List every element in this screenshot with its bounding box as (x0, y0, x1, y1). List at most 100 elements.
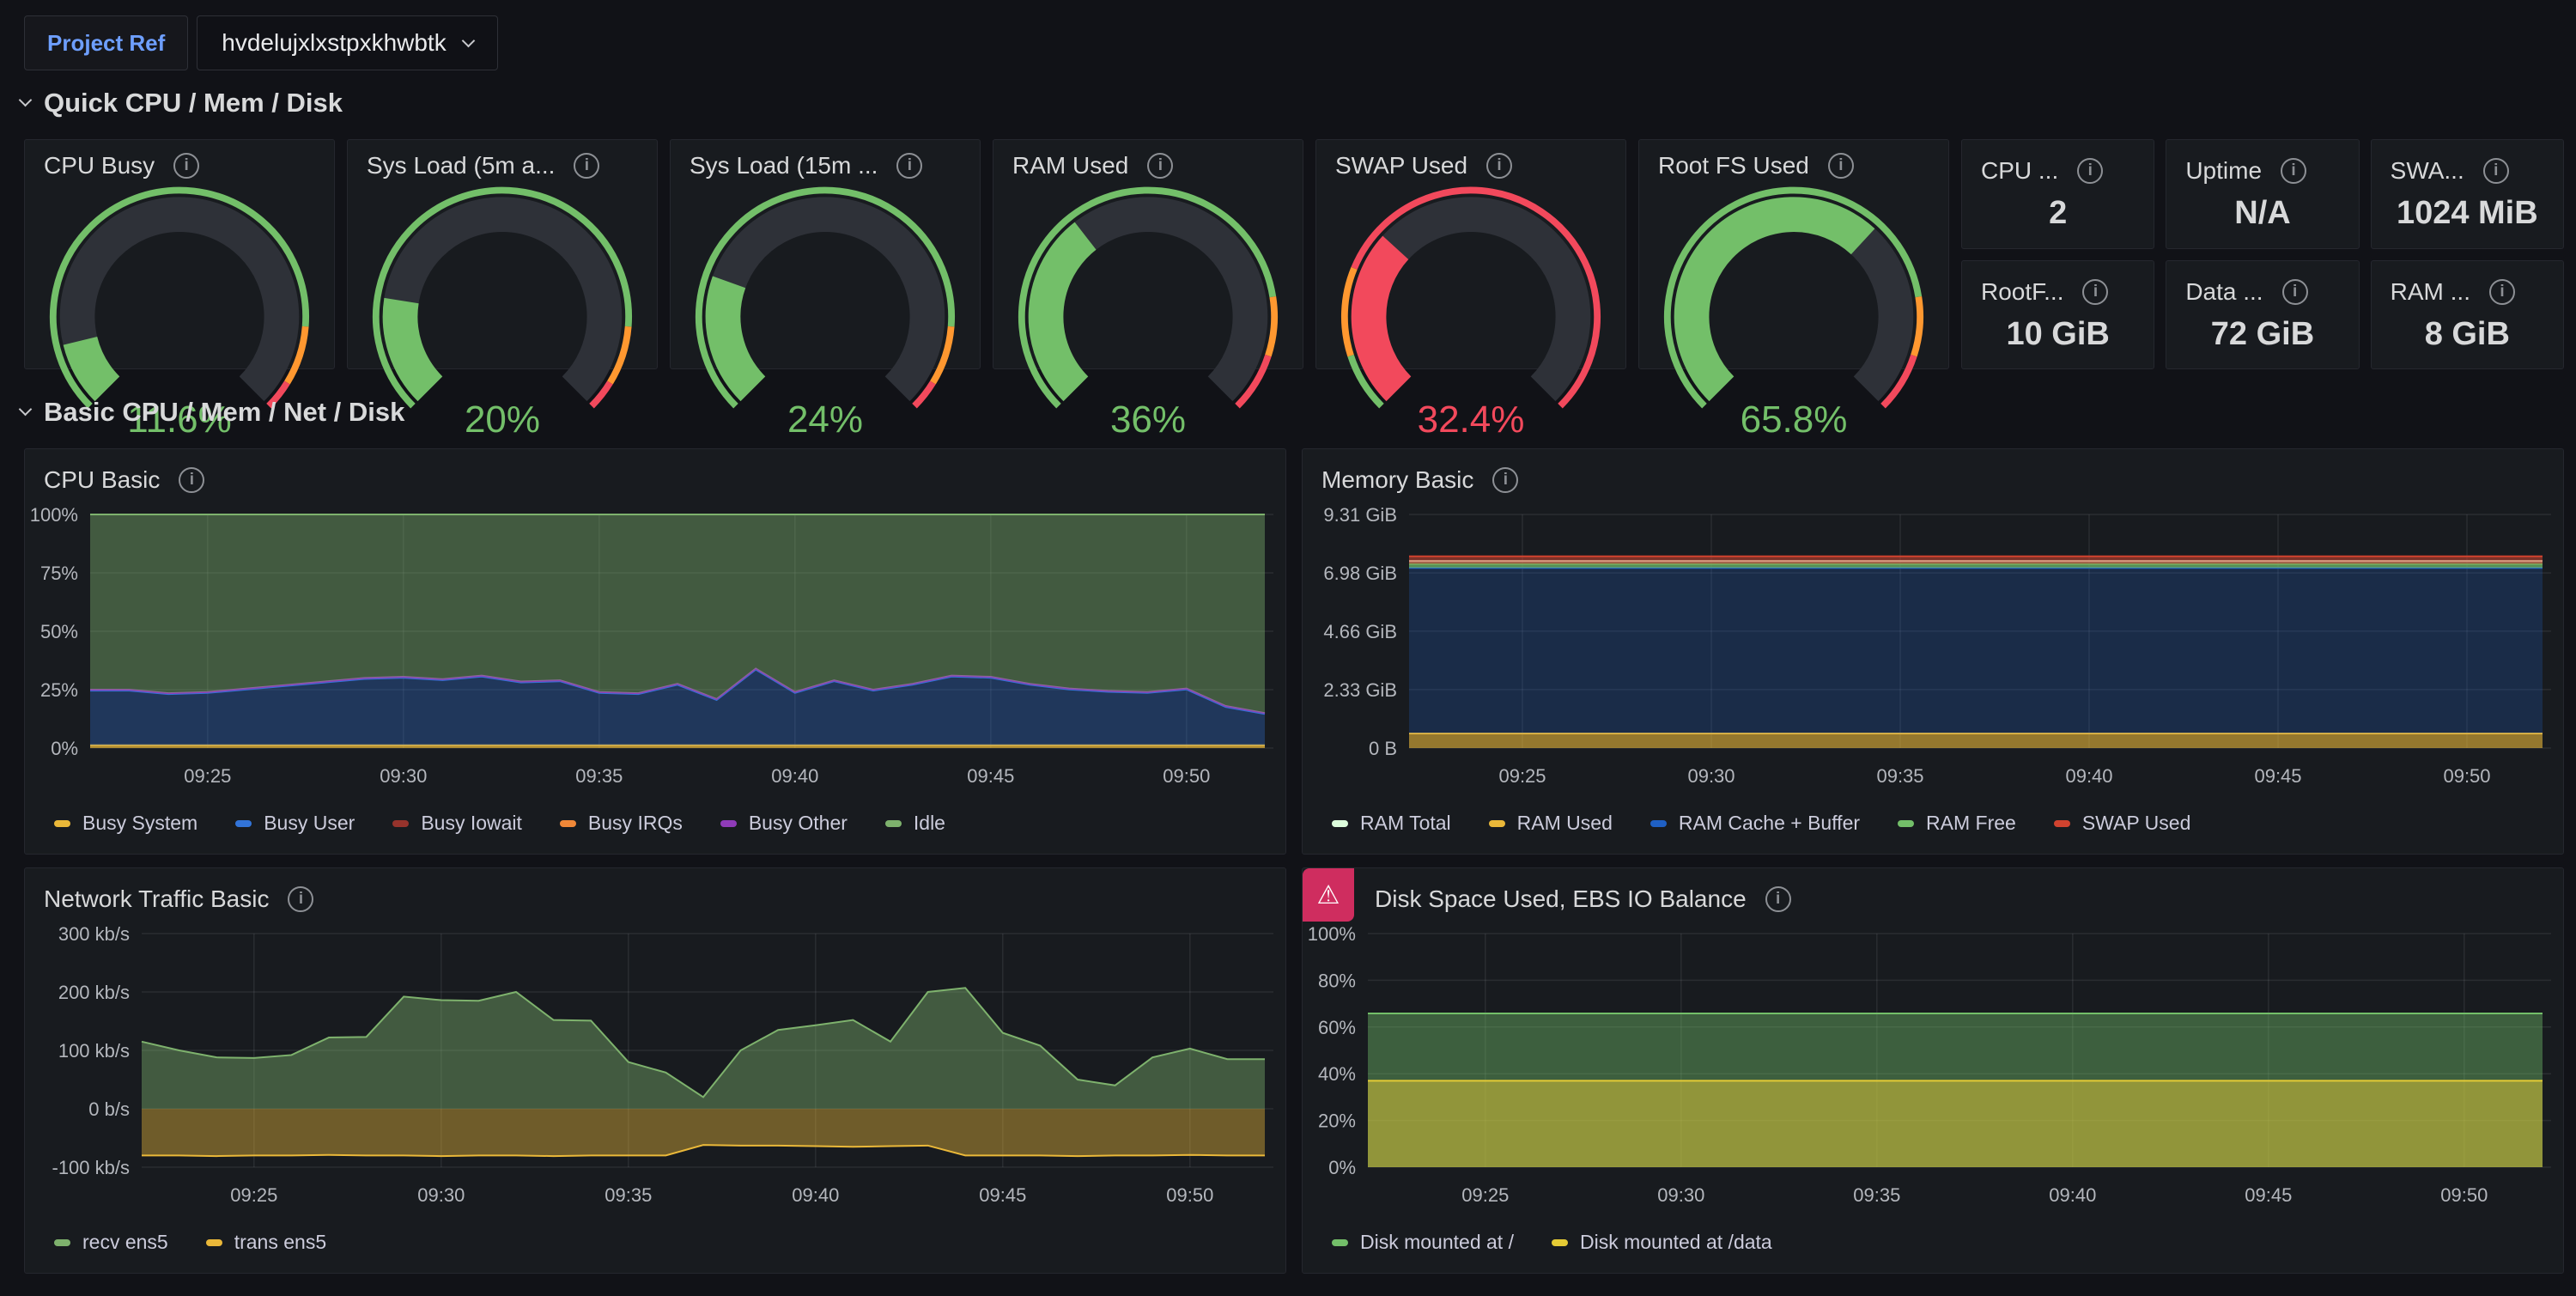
cpu-basic-chart[interactable]: 0%25%50%75%100%09:2509:3009:3509:4009:45… (25, 499, 1285, 806)
panel-title[interactable]: RAM ... (2391, 278, 2470, 306)
variable-value: hvdelujxlxstpxkhwbtk (222, 29, 446, 57)
legend-item[interactable]: trans ens5 (206, 1231, 326, 1254)
legend-label: Disk mounted at /data (1580, 1231, 1772, 1254)
panel-title[interactable]: Sys Load (15m ... (690, 152, 878, 179)
panel-title[interactable]: Data ... (2185, 278, 2263, 306)
panel-title[interactable]: Uptime (2185, 157, 2262, 185)
legend-item[interactable]: Disk mounted at /data (1552, 1231, 1772, 1254)
legend-item[interactable]: recv ens5 (54, 1231, 168, 1254)
stats-grid: CPU ...i 2 Uptimei N/A SWA...i 1024 MiB … (1961, 139, 2564, 369)
svg-text:60%: 60% (1318, 1017, 1356, 1038)
stat-value: 2 (1962, 190, 2154, 248)
legend-item[interactable]: RAM Cache + Buffer (1650, 812, 1860, 835)
panel-title[interactable]: SWAP Used (1335, 152, 1467, 179)
legend-item[interactable]: SWAP Used (2054, 812, 2191, 835)
section-header-basic[interactable]: Basic CPU / Mem / Net / Disk (21, 397, 404, 428)
panel-swap-used: SWAP Usedi 32.4% (1315, 139, 1626, 369)
alerting-warning-icon[interactable]: ⚠ (1303, 868, 1354, 922)
legend-label: recv ens5 (82, 1231, 168, 1254)
legend-item[interactable]: RAM Used (1489, 812, 1613, 835)
legend-swatch-icon (1898, 820, 1914, 827)
panel-sys-load-15m: Sys Load (15m ...i 24% (670, 139, 981, 369)
legend-label: Disk mounted at / (1360, 1231, 1514, 1254)
variable-label: Project Ref (24, 15, 188, 70)
info-icon[interactable]: i (2082, 279, 2108, 305)
svg-text:75%: 75% (40, 563, 78, 584)
stat-value: 8 GiB (2372, 311, 2563, 369)
stat-rootfs-total: RootF...i 10 GiB (1961, 260, 2154, 370)
legend-swatch-icon (1650, 820, 1667, 827)
info-icon[interactable]: i (2281, 158, 2306, 184)
info-icon[interactable]: i (574, 153, 599, 179)
info-icon[interactable]: i (288, 886, 313, 912)
section-title: Basic CPU / Mem / Net / Disk (44, 397, 404, 428)
info-icon[interactable]: i (2483, 158, 2509, 184)
svg-text:09:40: 09:40 (792, 1184, 839, 1206)
panel-title[interactable]: Memory Basic (1321, 466, 1473, 494)
info-icon[interactable]: i (2489, 279, 2515, 305)
svg-text:300 kb/s: 300 kb/s (58, 923, 130, 945)
panel-title[interactable]: RootF... (1981, 278, 2063, 306)
info-icon[interactable]: i (1828, 153, 1854, 179)
stat-value: 1024 MiB (2372, 190, 2563, 248)
svg-text:09:50: 09:50 (2443, 765, 2490, 787)
legend-item[interactable]: Disk mounted at / (1332, 1231, 1514, 1254)
svg-text:09:45: 09:45 (967, 765, 1014, 787)
row-cpu-memory: CPU Basici 0%25%50%75%100%09:2509:3009:3… (24, 448, 2564, 855)
legend-item[interactable]: Busy User (235, 812, 355, 835)
info-icon[interactable]: i (1486, 153, 1512, 179)
info-icon[interactable]: i (173, 153, 199, 179)
svg-text:09:45: 09:45 (979, 1184, 1026, 1206)
svg-text:100 kb/s: 100 kb/s (58, 1040, 130, 1062)
info-icon[interactable]: i (1765, 886, 1791, 912)
info-icon[interactable]: i (1492, 467, 1518, 493)
legend-item[interactable]: Busy System (54, 812, 197, 835)
legend-swatch-icon (560, 820, 576, 827)
svg-text:40%: 40% (1318, 1063, 1356, 1085)
panel-title[interactable]: CPU Basic (44, 466, 160, 494)
svg-text:09:30: 09:30 (1657, 1184, 1704, 1206)
info-icon[interactable]: i (896, 153, 922, 179)
legend-item[interactable]: RAM Total (1332, 812, 1451, 835)
legend-item[interactable]: Busy Iowait (392, 812, 522, 835)
panel-title[interactable]: SWA... (2391, 157, 2464, 185)
info-icon[interactable]: i (2282, 279, 2308, 305)
legend-swatch-icon (720, 820, 737, 827)
legend-label: Busy IRQs (588, 812, 683, 835)
svg-text:0 B: 0 B (1369, 738, 1397, 759)
legend-label: trans ens5 (234, 1231, 326, 1254)
legend-item[interactable]: Idle (885, 812, 945, 835)
network-traffic-chart[interactable]: -100 kb/s0 b/s100 kb/s200 kb/s300 kb/s09… (25, 918, 1285, 1226)
svg-text:09:25: 09:25 (1461, 1184, 1509, 1206)
svg-text:09:25: 09:25 (230, 1184, 277, 1206)
panel-title[interactable]: Network Traffic Basic (44, 885, 269, 913)
chevron-down-icon (461, 33, 475, 47)
info-icon[interactable]: i (179, 467, 204, 493)
stat-uptime: Uptimei N/A (2166, 139, 2359, 249)
stat-ram-total: RAM ... i 8 GiB (2371, 260, 2564, 370)
legend-item[interactable]: RAM Free (1898, 812, 2016, 835)
panel-title[interactable]: Sys Load (5m a... (367, 152, 555, 179)
legend-item[interactable]: Busy Other (720, 812, 848, 835)
panel-title[interactable]: RAM Used (1012, 152, 1128, 179)
info-icon[interactable]: i (2077, 158, 2103, 184)
svg-text:-100 kb/s: -100 kb/s (52, 1157, 131, 1178)
svg-text:09:50: 09:50 (1163, 765, 1210, 787)
svg-text:100%: 100% (30, 504, 78, 526)
stat-swap-total: SWA... i 1024 MiB (2371, 139, 2564, 249)
legend-item[interactable]: Busy IRQs (560, 812, 683, 835)
memory-basic-chart[interactable]: 0 B2.33 GiB4.66 GiB6.98 GiB9.31 GiB09:25… (1303, 499, 2563, 806)
section-header-quick[interactable]: Quick CPU / Mem / Disk (21, 88, 343, 119)
panel-title[interactable]: CPU ... (1981, 157, 2058, 185)
variable-dropdown[interactable]: hvdelujxlxstpxkhwbtk (197, 15, 497, 70)
panel-title[interactable]: Disk Space Used, EBS IO Balance (1375, 885, 1747, 913)
gauge-value: 36% (993, 399, 1303, 441)
panel-title[interactable]: CPU Busy (44, 152, 155, 179)
disk-space-chart[interactable]: 0%20%40%60%80%100%09:2509:3009:3509:4009… (1303, 918, 2563, 1226)
disk-space-legend: Disk mounted at / Disk mounted at /data (1303, 1226, 2563, 1254)
info-icon[interactable]: i (1147, 153, 1173, 179)
svg-text:0 b/s: 0 b/s (88, 1098, 130, 1120)
panel-title[interactable]: Root FS Used (1658, 152, 1809, 179)
stat-data-disk-total: Data ...i 72 GiB (2166, 260, 2359, 370)
cpu-basic-legend: Busy System Busy User Busy Iowait Busy IRQs… (25, 806, 1285, 835)
